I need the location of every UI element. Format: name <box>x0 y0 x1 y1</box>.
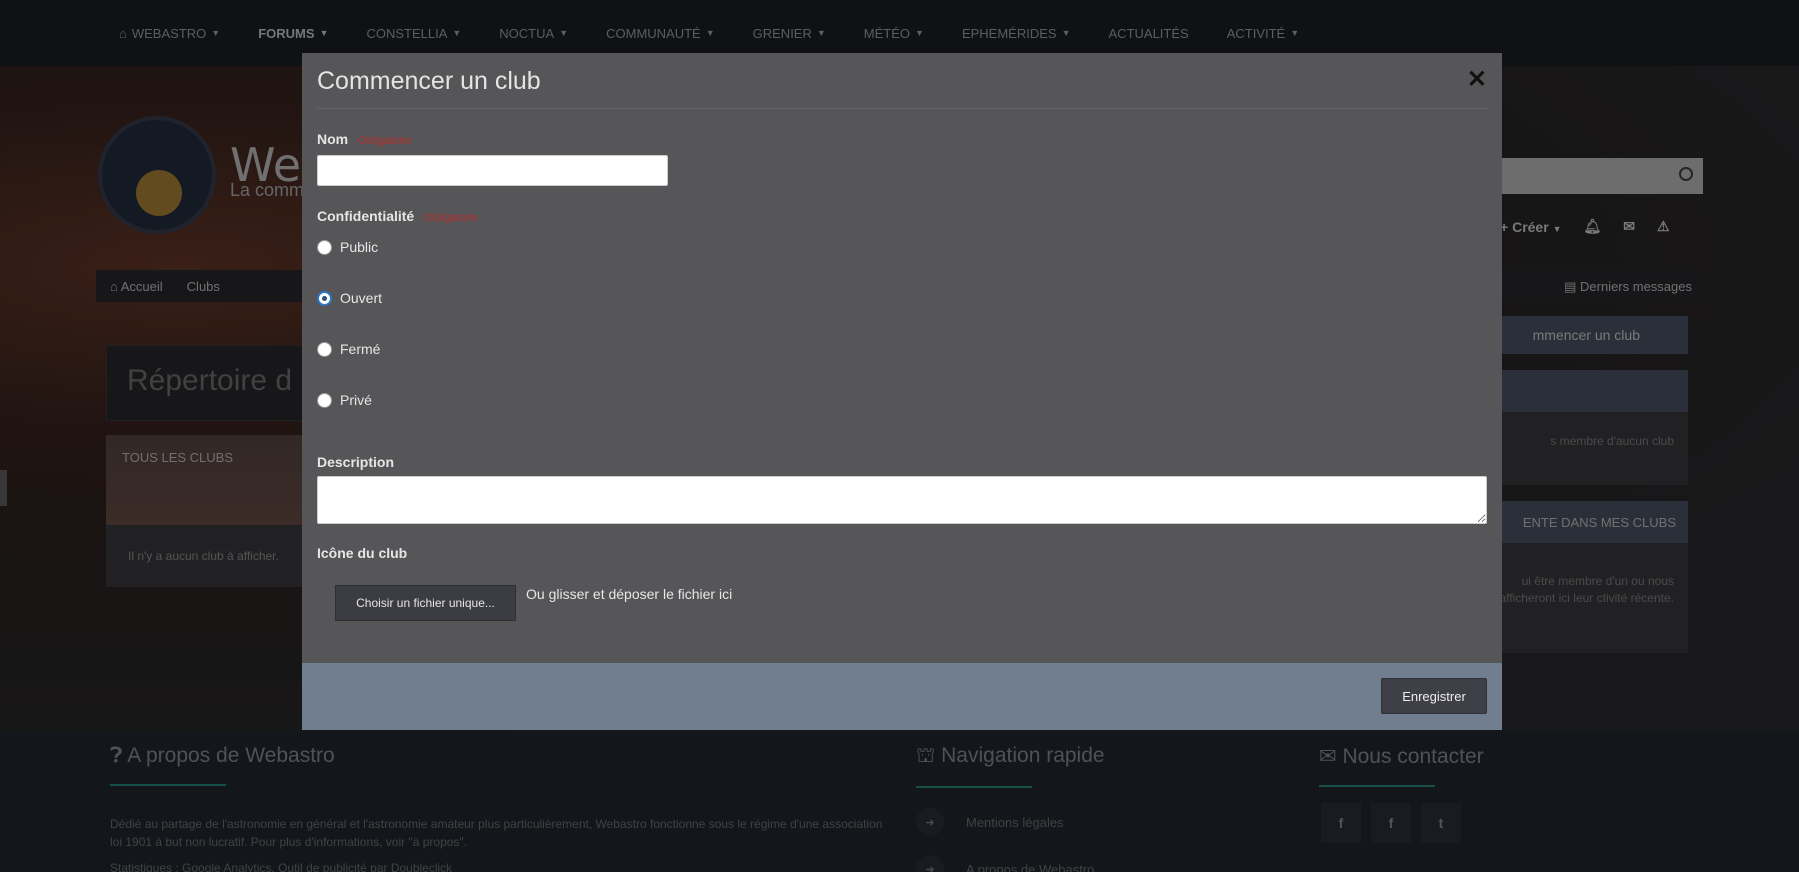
description-textarea[interactable] <box>317 476 1487 524</box>
club-icon-label: Icône du club <box>317 545 408 561</box>
radio-button[interactable] <box>317 239 332 255</box>
privacy-option-ferme[interactable]: Fermé <box>317 341 380 357</box>
start-club-modal: Commencer un club ✕ Nom Obligatoire Confi… <box>302 53 1502 730</box>
save-button[interactable]: Enregistrer <box>1381 678 1487 714</box>
radio-button[interactable] <box>317 290 332 306</box>
drop-zone-text[interactable]: Ou glisser et déposer le fichier ici <box>526 586 732 602</box>
modal-title: Commencer un club <box>317 67 541 95</box>
radio-button[interactable] <box>317 341 332 357</box>
modal-footer: Enregistrer <box>302 663 1502 730</box>
radio-button[interactable] <box>317 392 332 408</box>
close-icon[interactable]: ✕ <box>1467 65 1487 94</box>
divider <box>317 108 1487 109</box>
required-badge: Obligatoire <box>424 212 478 224</box>
club-name-input[interactable] <box>317 155 668 186</box>
required-badge: Obligatoire <box>358 135 412 147</box>
description-label: Description <box>317 454 395 470</box>
privacy-option-public[interactable]: Public <box>317 239 378 255</box>
privacy-label: Confidentialité Obligatoire <box>317 208 478 224</box>
privacy-option-ouvert[interactable]: Ouvert <box>317 290 382 306</box>
choose-file-button[interactable]: Choisir un fichier unique... <box>335 585 516 621</box>
name-label: Nom Obligatoire <box>317 131 412 147</box>
privacy-option-prive[interactable]: Privé <box>317 392 372 408</box>
